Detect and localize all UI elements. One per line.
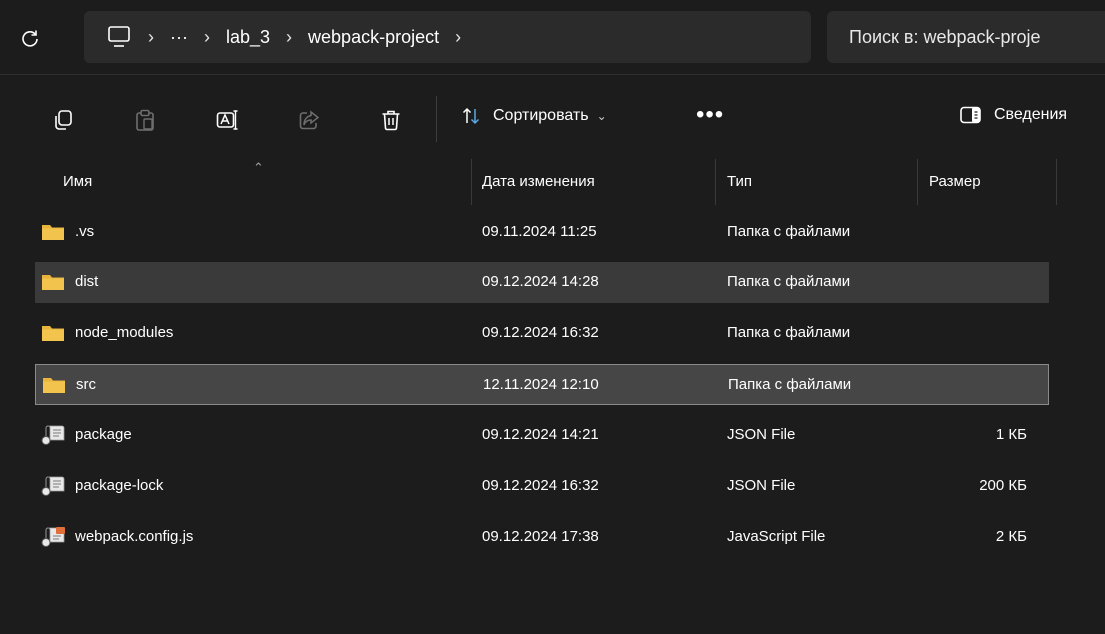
chevron-right-icon[interactable]: ›: [148, 27, 154, 48]
file-type: Папка с файлами: [727, 324, 851, 341]
details-pane-icon: [960, 106, 981, 124]
file-date: 09.12.2024 16:32: [482, 477, 599, 494]
folder-icon: [42, 326, 64, 341]
chevron-right-icon[interactable]: ›: [204, 27, 210, 48]
file-type: Папка с файлами: [727, 273, 851, 290]
column-header-row: ⌃ Имя Дата изменения Тип Размер: [0, 159, 1105, 207]
copy-icon[interactable]: [52, 109, 74, 131]
address-bar[interactable]: › ··· › lab_3 › webpack-project ›: [84, 11, 811, 63]
folder-icon: [43, 378, 65, 393]
file-name: .vs: [75, 223, 95, 240]
file-type: Папка с файлами: [727, 223, 851, 240]
details-button-label: Сведения: [994, 106, 1068, 123]
file-name: package-lock: [75, 477, 164, 494]
column-divider[interactable]: [471, 159, 472, 205]
chevron-right-icon[interactable]: ›: [286, 27, 292, 48]
file-name: src: [76, 376, 96, 393]
chevron-down-icon: ⌄: [596, 109, 607, 123]
chevron-right-icon[interactable]: ›: [455, 27, 461, 48]
more-options-button[interactable]: •••: [696, 101, 724, 129]
sort-button[interactable]: Сортировать ⌄: [461, 106, 607, 126]
sort-ascending-icon: ⌃: [253, 160, 264, 175]
file-row-selected[interactable]: dist 09.12.2024 14:28 Папка с файлами: [35, 262, 1049, 303]
file-name: webpack.config.js: [75, 528, 194, 545]
column-header-type[interactable]: Тип: [727, 173, 752, 190]
column-header-date[interactable]: Дата изменения: [482, 173, 595, 190]
breadcrumb-more[interactable]: ···: [170, 27, 188, 48]
column-divider[interactable]: [917, 159, 918, 205]
column-divider[interactable]: [1056, 159, 1057, 205]
refresh-icon[interactable]: [20, 28, 40, 48]
details-button[interactable]: Сведения: [960, 106, 1067, 124]
json-file-icon: [41, 425, 65, 445]
share-icon[interactable]: [298, 109, 320, 131]
file-name: dist: [75, 273, 99, 290]
file-row[interactable]: .vs 09.11.2024 11:25 Папка с файлами: [35, 212, 1049, 253]
file-type: JavaScript File: [727, 528, 826, 545]
file-size: 2 КБ: [995, 528, 1027, 545]
address-row: › ··· › lab_3 › webpack-project › Поиск …: [0, 0, 1105, 74]
this-pc-icon[interactable]: [106, 25, 132, 49]
file-size: 1 КБ: [995, 426, 1027, 443]
sort-icon: [462, 107, 480, 125]
file-date: 12.11.2024 12:10: [483, 376, 599, 393]
file-size: 200 КБ: [979, 477, 1027, 494]
sort-button-label: Сортировать: [493, 107, 589, 124]
folder-icon: [42, 275, 64, 290]
file-row[interactable]: package-lock 09.12.2024 16:32 JSON File …: [35, 466, 1049, 507]
file-date: 09.12.2024 14:28: [482, 273, 599, 290]
file-date: 09.12.2024 14:21: [482, 426, 599, 443]
search-input[interactable]: Поиск в: webpack-proje: [827, 11, 1105, 63]
file-row[interactable]: webpack.config.js 09.12.2024 17:38 JavaS…: [35, 517, 1049, 558]
folder-icon: [42, 225, 64, 240]
command-bar: Сортировать ⌄ ••• Сведения: [0, 75, 1105, 159]
file-name: package: [75, 426, 132, 443]
json-file-icon: [41, 476, 65, 496]
js-file-icon: [41, 527, 65, 547]
file-row[interactable]: package 09.12.2024 14:21 JSON File 1 КБ: [35, 415, 1049, 456]
breadcrumb-lab-3[interactable]: lab_3: [226, 27, 270, 48]
file-row-focused[interactable]: src 12.11.2024 12:10 Папка с файлами: [35, 364, 1049, 405]
file-type: JSON File: [727, 477, 796, 494]
file-name: node_modules: [75, 324, 174, 341]
breadcrumb-webpack-project[interactable]: webpack-project: [308, 27, 439, 48]
column-header-size[interactable]: Размер: [929, 173, 981, 190]
file-date: 09.11.2024 11:25: [482, 223, 597, 240]
file-row[interactable]: node_modules 09.12.2024 16:32 Папка с фа…: [35, 313, 1049, 354]
paste-icon[interactable]: [134, 109, 156, 131]
column-divider[interactable]: [715, 159, 716, 205]
rename-icon[interactable]: [216, 109, 238, 131]
file-type: JSON File: [727, 426, 796, 443]
file-date: 09.12.2024 16:32: [482, 324, 599, 341]
delete-icon[interactable]: [380, 109, 402, 131]
toolbar-separator: [436, 96, 437, 142]
column-header-name[interactable]: Имя: [63, 173, 92, 190]
file-type: Папка с файлами: [728, 376, 852, 393]
file-date: 09.12.2024 17:38: [482, 528, 599, 545]
